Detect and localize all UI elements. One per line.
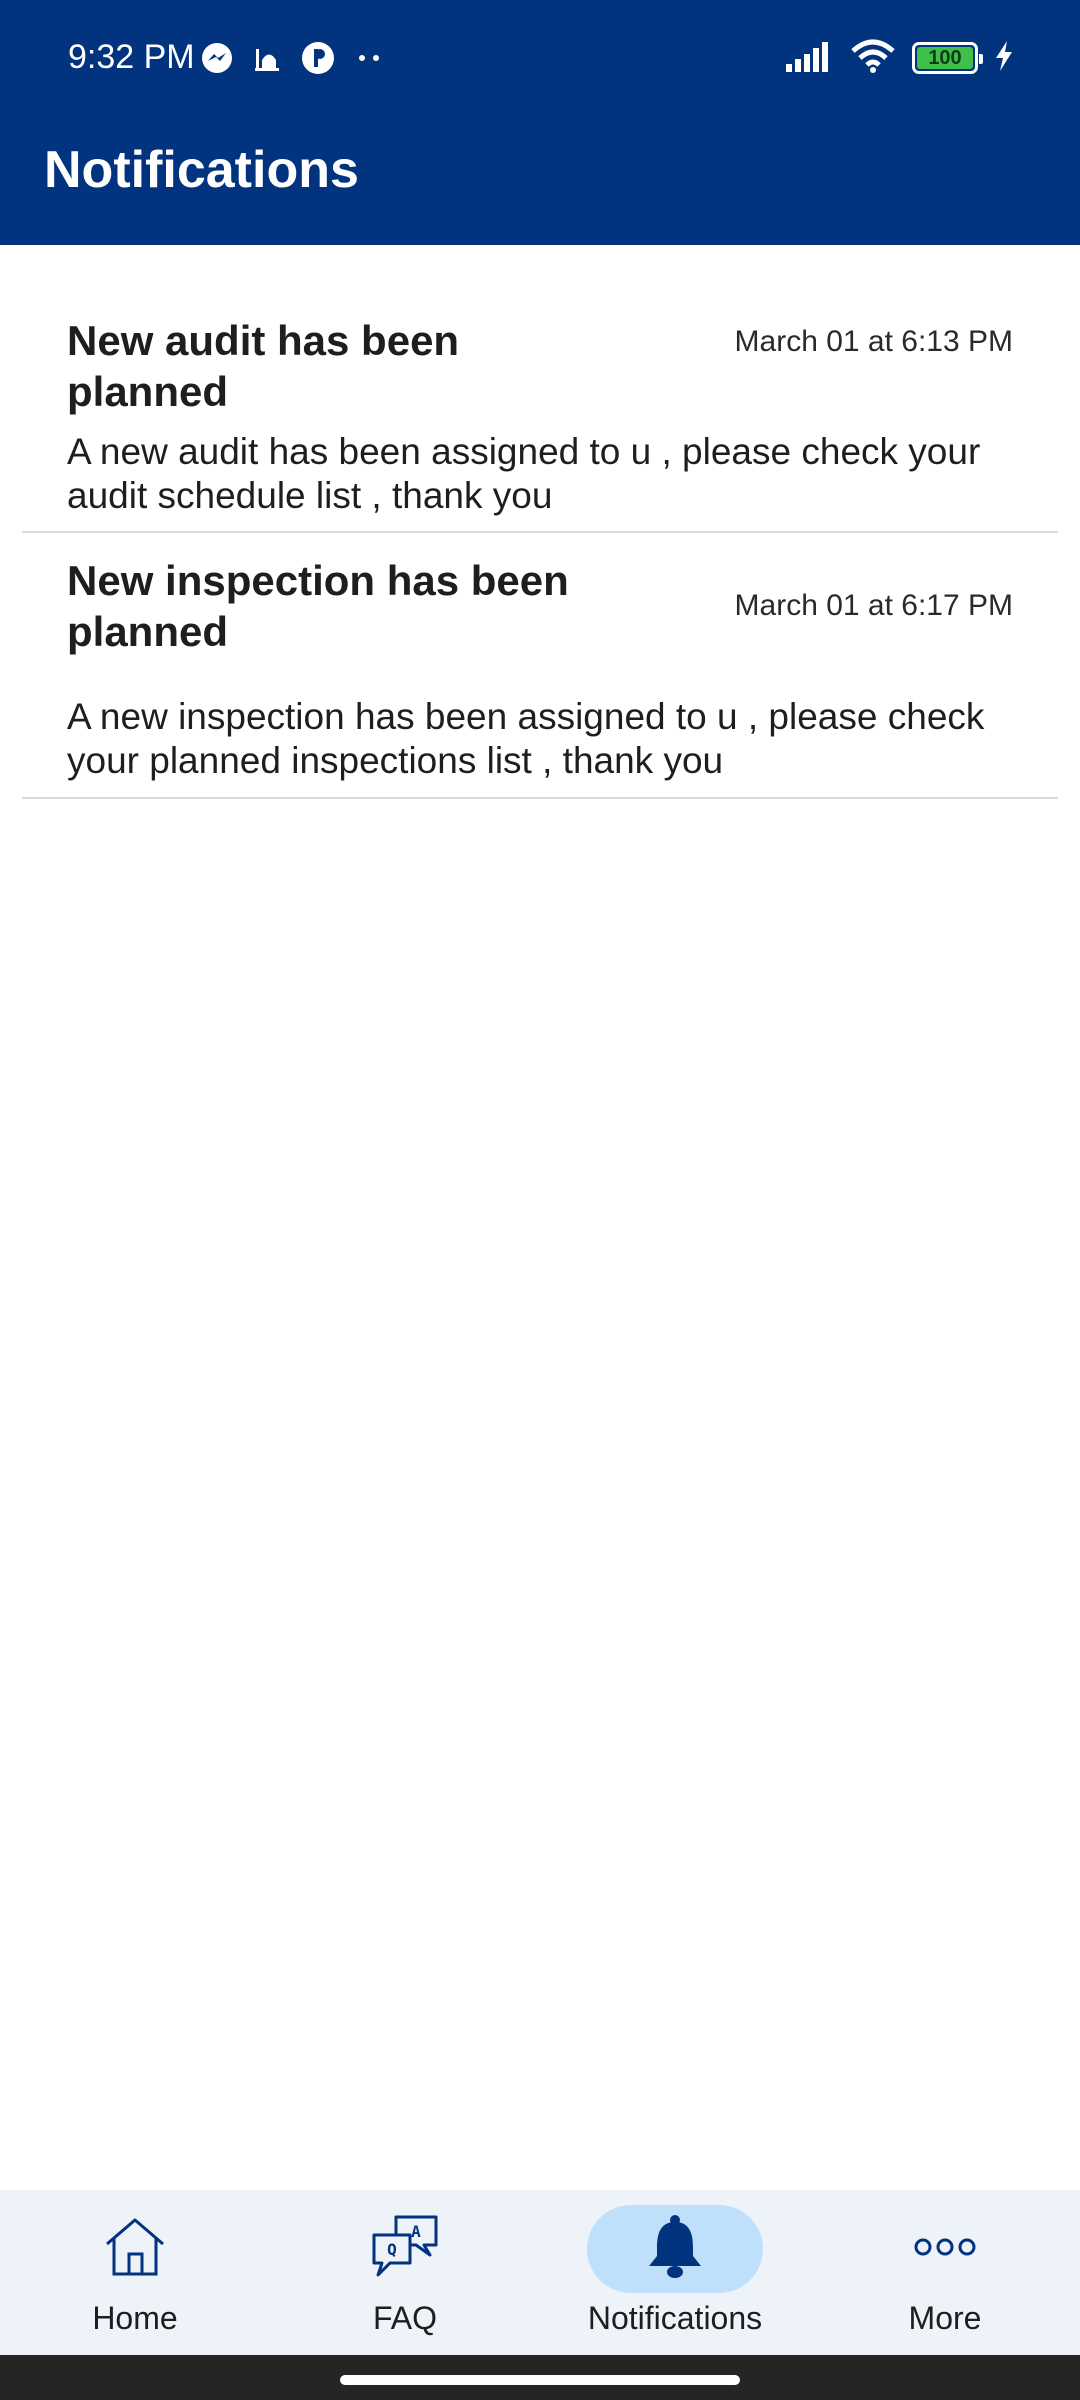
- system-gesture-bar: [0, 2355, 1080, 2400]
- svg-text:Q: Q: [387, 2240, 397, 2259]
- nav-label: FAQ: [372, 2300, 437, 2336]
- wifi-icon: [850, 39, 896, 78]
- home-icon: [102, 2216, 168, 2283]
- nav-item-faq[interactable]: A Q FAQ: [270, 2190, 540, 2355]
- charging-icon: [994, 40, 1014, 77]
- battery-icon: 100: [912, 42, 983, 74]
- page-title: Notifications: [44, 141, 359, 199]
- nav-item-more[interactable]: More: [810, 2190, 1080, 2355]
- notification-time: March 01 at 6:13 PM: [734, 325, 1013, 358]
- nav-label: Home: [92, 2300, 178, 2336]
- bottom-nav: Home A Q FAQ Notifications More: [0, 2190, 1080, 2355]
- notification-list: New audit has been planned March 01 at 6…: [22, 245, 1058, 799]
- messenger-icon: [200, 41, 234, 80]
- notification-item[interactable]: New inspection has been planned March 01…: [22, 533, 1058, 799]
- notification-body: A new inspection has been assigned to u …: [67, 696, 985, 781]
- nav-icon-container: [47, 2205, 223, 2293]
- status-time: 9:32 PM: [68, 38, 195, 76]
- notification-item[interactable]: New audit has been planned March 01 at 6…: [22, 245, 1058, 533]
- more-dots-icon: [354, 51, 384, 69]
- notification-title: New inspection has been planned: [67, 557, 569, 655]
- nav-item-notifications[interactable]: Notifications: [540, 2190, 810, 2355]
- status-icons-left: [200, 40, 384, 80]
- app-header: 9:32 PM 100 Notifications: [0, 0, 1080, 245]
- signal-icon: [784, 40, 834, 77]
- nav-label: Notifications: [587, 2300, 763, 2336]
- faq-icon: A Q: [370, 2213, 440, 2286]
- circle-app-icon: [300, 40, 336, 81]
- status-bar: 9:32 PM 100: [0, 0, 1080, 120]
- nav-icon-container: [857, 2205, 1033, 2293]
- nav-label: More: [908, 2300, 982, 2336]
- bell-icon: [645, 2214, 705, 2285]
- notification-body: A new audit has been assigned to u , ple…: [67, 431, 981, 516]
- nav-icon-container: [587, 2205, 763, 2293]
- notification-title: New audit has been planned: [67, 317, 460, 415]
- notification-time: March 01 at 6:17 PM: [734, 589, 1013, 622]
- battery-level: 100: [928, 46, 962, 69]
- svg-text:A: A: [411, 2222, 421, 2241]
- mosque-icon: [252, 43, 282, 78]
- status-icons-right: 100: [784, 38, 1014, 78]
- nav-item-home[interactable]: Home: [0, 2190, 270, 2355]
- more-icon: [912, 2236, 978, 2263]
- nav-icon-container: A Q: [317, 2205, 493, 2293]
- gesture-handle[interactable]: [340, 2375, 740, 2385]
